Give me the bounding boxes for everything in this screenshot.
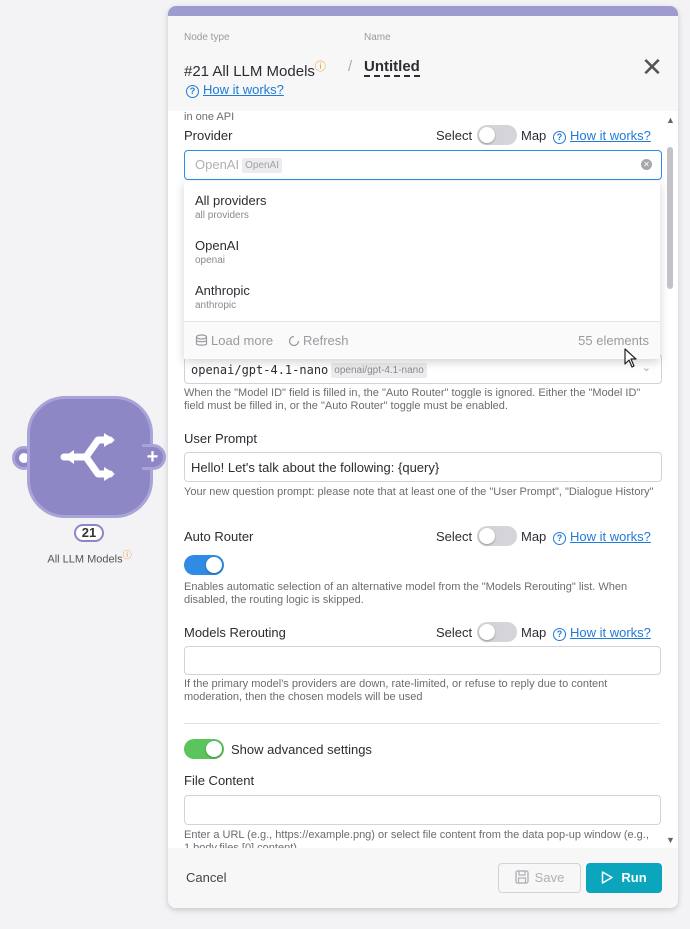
info-icon: ⓘ: [122, 550, 132, 560]
node-settings-panel: Node type Name #21 All LLM Modelsⓘ / Unt…: [168, 6, 678, 908]
node-type-caption: Node type: [184, 32, 230, 43]
provider-select-label: Select: [436, 128, 473, 143]
user-prompt-input[interactable]: Hello! Let's talk about the following: {…: [184, 452, 662, 482]
models-rerouting-map-label: Map: [521, 625, 547, 640]
option-subtitle: anthropic: [195, 300, 237, 311]
clear-icon[interactable]: ✕: [641, 159, 652, 170]
file-content-input[interactable]: [184, 795, 661, 825]
save-button[interactable]: Save: [498, 863, 581, 893]
option-title: OpenAI: [195, 238, 240, 253]
option-subtitle: openai: [195, 255, 226, 266]
form-scroll-area[interactable]: in one API Provider Select Map ? How it w…: [168, 111, 678, 848]
provider-value: OpenAI: [195, 157, 240, 172]
node-label-text: All LLM Models: [47, 553, 123, 566]
models-rerouting-select-label: Select: [436, 625, 473, 640]
file-content-hint: Enter a URL (e.g., https://example.png) …: [184, 829, 649, 848]
auto-router-help-link[interactable]: ? How it works?: [553, 529, 651, 545]
model-id-value: openai/gpt-4.1-nano: [191, 363, 329, 377]
scrollbar-thumb[interactable]: [667, 147, 673, 289]
auto-router-toggle[interactable]: [184, 555, 224, 575]
provider-help-link[interactable]: ? How it works?: [553, 128, 651, 144]
run-label: Run: [621, 870, 647, 885]
auto-router-help-label: How it works?: [570, 529, 651, 544]
models-rerouting-map-toggle[interactable]: [477, 622, 517, 642]
play-icon: [602, 871, 614, 884]
close-icon[interactable]: ✕: [640, 54, 664, 80]
refresh-button[interactable]: Refresh: [288, 333, 349, 348]
question-icon: ?: [553, 131, 566, 144]
models-rerouting-hint: If the primary model's providers are dow…: [184, 678, 608, 703]
floppy-disk-icon: [515, 870, 529, 884]
auto-router-select-label: Select: [436, 529, 473, 544]
panel-top-bar: [168, 6, 678, 16]
provider-dropdown: All providers all providers OpenAI opena…: [184, 181, 660, 359]
user-prompt-label: User Prompt: [184, 431, 257, 446]
auto-router-label: Auto Router: [184, 529, 254, 544]
advanced-settings-toggle[interactable]: [184, 739, 224, 759]
panel-footer: Cancel Save Run: [168, 848, 678, 908]
advanced-settings-label: Show advanced settings: [231, 742, 372, 757]
run-button[interactable]: Run: [586, 863, 662, 893]
models-rerouting-help-label: How it works?: [570, 625, 651, 640]
node-number-badge: 21: [74, 524, 104, 542]
info-icon: ⓘ: [314, 61, 326, 73]
dropdown-option-openai[interactable]: OpenAI openai: [195, 238, 239, 266]
header-separator: /: [348, 58, 353, 75]
name-caption: Name: [364, 32, 391, 43]
question-icon: ?: [186, 85, 199, 98]
provider-map-toggle[interactable]: [477, 125, 517, 145]
load-more-button[interactable]: Load more: [195, 333, 273, 348]
file-content-label: File Content: [184, 773, 255, 788]
provider-label: Provider: [184, 128, 233, 143]
user-prompt-value: Hello! Let's talk about the following: {…: [191, 460, 440, 475]
provider-help-label: How it works?: [570, 128, 651, 143]
node-label: All LLM Modelsⓘ: [12, 548, 167, 566]
cancel-button[interactable]: Cancel: [186, 870, 226, 885]
models-rerouting-help-link[interactable]: ? How it works?: [553, 625, 651, 641]
provider-input[interactable]: OpenAI OpenAI ✕: [184, 150, 662, 180]
option-title: All providers: [195, 193, 267, 208]
auto-router-map-toggle[interactable]: [477, 526, 517, 546]
elements-count: 55 elements: [578, 333, 649, 348]
model-id-chip: openai/gpt-4.1-nano: [331, 363, 427, 378]
user-prompt-hint: Your new question prompt: please note th…: [184, 486, 654, 498]
dropdown-footer: Load more Refresh 55 elements: [184, 321, 660, 359]
node-type-text: #21 All LLM Models: [184, 63, 315, 80]
header-help-label: How it works?: [203, 82, 284, 97]
canvas-node[interactable]: + 21 All LLM Modelsⓘ: [12, 396, 167, 576]
scroll-down-icon[interactable]: ▼: [666, 835, 675, 845]
panel-header: Node type Name #21 All LLM Modelsⓘ / Unt…: [168, 16, 678, 111]
provider-chip: OpenAI: [242, 158, 283, 173]
section-divider: [184, 723, 660, 724]
truncated-description: in one API: [184, 111, 235, 123]
database-icon: [195, 334, 208, 346]
scroll-up-icon[interactable]: ▲: [666, 115, 675, 125]
router-split-icon: [60, 433, 115, 481]
node-type-title: #21 All LLM Modelsⓘ: [184, 58, 326, 80]
load-more-label: Load more: [211, 333, 274, 348]
chevron-down-icon: ⌄: [641, 362, 651, 374]
option-title: Anthropic: [195, 283, 250, 298]
node-body[interactable]: [27, 396, 153, 518]
dropdown-option-anthropic[interactable]: Anthropic anthropic: [195, 283, 250, 311]
provider-map-label: Map: [521, 128, 547, 143]
header-help-link[interactable]: ? How it works?: [186, 82, 284, 98]
model-id-hint: When the "Model ID" field is filled in, …: [184, 387, 641, 412]
auto-router-map-label: Map: [521, 529, 547, 544]
auto-router-hint: Enables automatic selection of an altern…: [184, 581, 628, 606]
models-rerouting-label: Models Rerouting: [184, 625, 286, 640]
node-add-output-button[interactable]: +: [142, 444, 166, 470]
save-label: Save: [534, 870, 565, 885]
refresh-label: Refresh: [303, 333, 349, 348]
node-name-field[interactable]: Untitled: [364, 58, 420, 77]
refresh-icon: [288, 335, 300, 347]
mouse-cursor-icon: [624, 348, 637, 368]
question-icon: ?: [553, 532, 566, 545]
form-scrollbar[interactable]: ▲ ▼: [666, 111, 675, 848]
dropdown-option-all-providers[interactable]: All providers all providers: [195, 193, 267, 221]
models-rerouting-input[interactable]: [184, 646, 661, 675]
question-icon: ?: [553, 628, 566, 641]
option-subtitle: all providers: [195, 210, 249, 221]
